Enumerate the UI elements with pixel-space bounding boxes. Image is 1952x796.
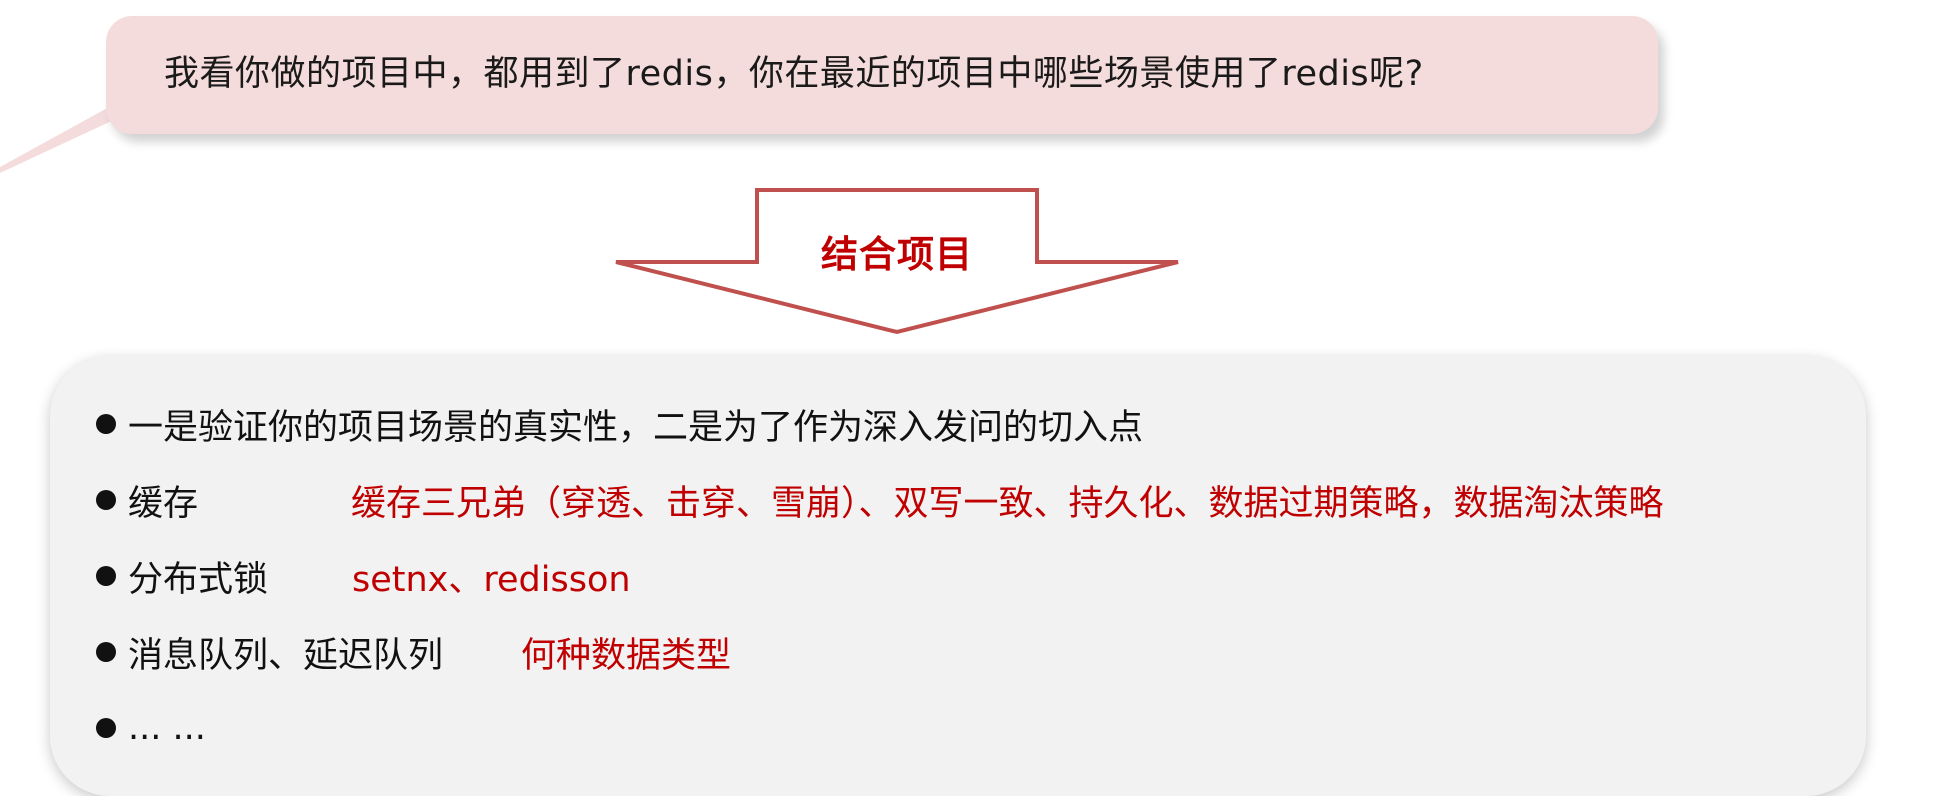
down-arrow: 结合项目 [612,186,1182,336]
point-detail: 何种数据类型 [521,635,732,676]
bullet-dot-icon [96,490,116,510]
point-distributed-lock: 分布式锁 setnx、redisson [96,538,1143,614]
point-detail: 缓存三兄弟（穿透、击穿、雪崩）、双写一致、持久化、数据过期策略，数据淘汰策略 [351,483,1664,524]
point-cache: 缓存 缓存三兄弟（穿透、击穿、雪崩）、双写一致、持久化、数据过期策略，数据淘汰策… [96,462,1664,538]
point-label: 缓存 [128,483,199,524]
question-bubble: 我看你做的项目中，都用到了redis，你在最近的项目中哪些场景使用了redis呢… [106,16,1658,134]
bullet-dot-icon [96,566,116,586]
point-message-queue: 消息队列、延迟队列 何种数据类型 [96,614,1143,690]
point-label: 一是验证你的项目场景的真实性，二是为了作为深入发问的切入点 [128,407,1144,448]
answer-panel: 一是验证你的项目场景的真实性，二是为了作为深入发问的切入点 缓存 缓存三兄弟（穿… [50,356,1866,796]
bullet-dot-icon [96,718,116,738]
bullet-dot-icon [96,414,116,434]
point-label: 分布式锁 [128,559,269,600]
point-purpose: 一是验证你的项目场景的真实性，二是为了作为深入发问的切入点 [96,386,1143,462]
answer-points: 一是验证你的项目场景的真实性，二是为了作为深入发问的切入点 缓存 缓存三兄弟（穿… [96,386,1664,766]
interview-question: 我看你做的项目中，都用到了redis，你在最近的项目中哪些场景使用了redis呢… [164,53,1424,94]
point-detail: setnx、redisson [352,559,631,600]
point-more: ... ... [96,690,1143,766]
point-label: ... ... [128,708,206,748]
arrow-label: 结合项目 [821,233,973,276]
point-label: 消息队列、延迟队列 [128,635,444,676]
bullet-dot-icon [96,642,116,662]
